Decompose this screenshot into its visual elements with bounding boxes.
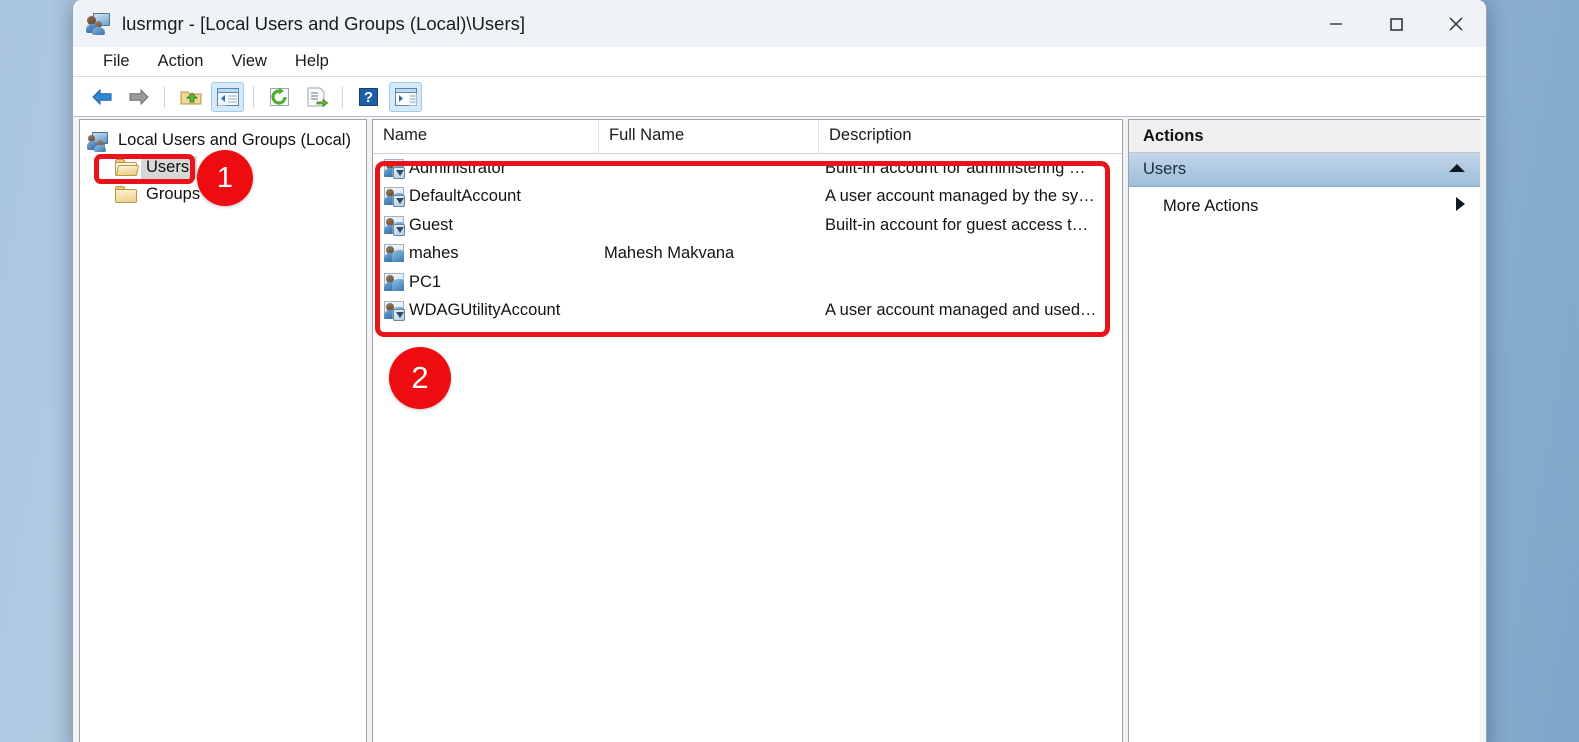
cell-name: mahes — [373, 243, 599, 264]
user-disabled-icon — [383, 215, 405, 236]
user-icon — [383, 272, 405, 293]
tree-item-label: Local Users and Groups (Local) — [118, 131, 351, 149]
sidebar-item-users[interactable]: Users — [80, 154, 366, 181]
menu-item-view[interactable]: View — [217, 49, 280, 74]
cell-name: PC1 — [373, 272, 599, 293]
cell-name: DefaultAccount — [373, 186, 599, 208]
folder-icon — [115, 185, 138, 204]
minimize-icon — [1327, 15, 1345, 33]
cell-name: Administrator — [373, 158, 599, 179]
user-name: mahes — [409, 244, 459, 263]
close-icon — [1446, 14, 1466, 34]
folder-open-icon — [115, 158, 140, 177]
menu-bar: File Action View Help — [73, 47, 1486, 77]
help-icon[interactable]: ? — [352, 82, 385, 112]
title-bar: lusrmgr - [Local Users and Groups (Local… — [73, 0, 1486, 47]
window-title: lusrmgr - [Local Users and Groups (Local… — [122, 12, 526, 34]
column-header-name[interactable]: Name — [373, 120, 599, 153]
sidebar-item-groups[interactable]: Groups — [80, 181, 366, 208]
tree-item-local-users-and-groups[interactable]: Local Users and Groups (Local) — [80, 127, 366, 154]
svg-text:?: ? — [364, 89, 373, 106]
toolbar: ? — [73, 77, 1486, 117]
cell-description: Built-in account for administering … — [825, 158, 1086, 177]
table-row[interactable]: Administrator Built-in account for admin… — [373, 154, 1122, 183]
up-one-level-icon[interactable] — [174, 82, 207, 112]
menu-item-help[interactable]: Help — [281, 49, 343, 74]
table-row[interactable]: mahes Mahesh Makvana — [373, 240, 1122, 269]
toolbar-separator — [253, 85, 254, 108]
export-list-icon[interactable] — [300, 82, 333, 112]
user-name: WDAGUtilityAccount — [409, 301, 561, 320]
cell-description: Built-in account for guest access t… — [825, 215, 1089, 234]
cell-name: WDAGUtilityAccount — [373, 300, 599, 322]
console-tree-pane: Local Users and Groups (Local) Users Gro… — [79, 119, 367, 742]
table-row[interactable]: WDAGUtilityAccount A user account manage… — [373, 297, 1122, 326]
table-row[interactable]: DefaultAccount A user account managed by… — [373, 183, 1122, 212]
minimize-button[interactable] — [1306, 0, 1366, 47]
toolbar-separator — [342, 85, 343, 108]
table-row[interactable]: Guest Built-in account for guest access … — [373, 211, 1122, 240]
action-item-more-actions[interactable]: More Actions — [1129, 187, 1480, 225]
actions-group-label: Users — [1143, 160, 1187, 178]
menu-item-file[interactable]: File — [89, 49, 144, 74]
refresh-icon[interactable] — [263, 82, 296, 112]
window-controls — [1306, 0, 1486, 47]
tree-item-label: Users — [141, 156, 198, 179]
user-icon — [383, 243, 405, 264]
back-arrow-icon[interactable] — [85, 82, 118, 112]
chevron-up-icon[interactable] — [1448, 160, 1466, 179]
menu-item-action[interactable]: Action — [144, 49, 218, 74]
chevron-right-icon[interactable] — [1454, 195, 1466, 218]
user-name: Guest — [409, 215, 454, 234]
tree-item-label: Groups — [146, 185, 201, 203]
maximize-button[interactable] — [1366, 0, 1426, 47]
actions-pane: Actions Users More Actions — [1128, 119, 1480, 742]
cell-full-name: Mahesh Makvana — [604, 244, 735, 263]
actions-pane-title: Actions — [1129, 120, 1480, 153]
lusrmgr-window: lusrmgr - [Local Users and Groups (Local… — [72, 0, 1487, 742]
show-hide-console-tree-icon[interactable] — [211, 81, 244, 112]
forward-arrow-icon[interactable] — [122, 82, 155, 112]
actions-group-users[interactable]: Users — [1129, 153, 1480, 187]
local-users-and-groups-icon — [86, 12, 111, 35]
cell-description: A user account managed and used… — [825, 301, 1097, 320]
user-name: Administrator — [409, 158, 507, 177]
user-name: DefaultAccount — [409, 187, 521, 206]
cell-name: Guest — [373, 215, 599, 236]
close-button[interactable] — [1426, 0, 1486, 47]
computer-users-icon — [87, 131, 110, 152]
user-disabled-icon — [383, 300, 405, 322]
toolbar-separator — [164, 85, 165, 108]
user-disabled-icon — [383, 186, 405, 208]
user-disabled-icon — [383, 158, 405, 179]
users-list: Administrator Built-in account for admin… — [373, 154, 1122, 325]
console-body: Local Users and Groups (Local) Users Gro… — [73, 117, 1486, 742]
show-hide-action-pane-icon[interactable] — [389, 81, 422, 112]
column-header-full-name[interactable]: Full Name — [599, 120, 819, 153]
users-list-pane: Name Full Name Description Administrator… — [372, 119, 1123, 742]
table-row[interactable]: PC1 — [373, 268, 1122, 297]
column-header-description[interactable]: Description — [819, 120, 1122, 153]
list-column-headers: Name Full Name Description — [373, 120, 1122, 154]
maximize-icon — [1387, 15, 1405, 33]
action-item-label: More Actions — [1163, 196, 1259, 215]
cell-description: A user account managed by the sy… — [825, 187, 1095, 206]
user-name: PC1 — [409, 272, 442, 291]
